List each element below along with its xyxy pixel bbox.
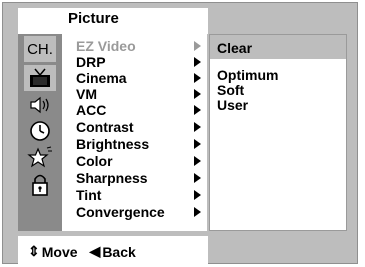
side-icon-strip: CH.	[18, 34, 62, 231]
footer-text: ⇕ Move ◀ Back	[28, 243, 136, 260]
chevron-right-icon	[194, 139, 201, 149]
menu-item-brightness[interactable]: Brightness	[76, 137, 149, 151]
chevron-right-icon	[194, 156, 201, 166]
chevron-right-icon	[194, 105, 201, 115]
lock-icon[interactable]	[24, 172, 56, 198]
menu-item-acc[interactable]: ACC	[76, 103, 106, 117]
lock-icon-svg	[32, 174, 48, 196]
submenu-item-optimum[interactable]: Optimum	[217, 68, 278, 82]
menu-item-tint[interactable]: Tint	[76, 188, 101, 202]
submenu-item-clear[interactable]: Clear	[217, 41, 252, 55]
tv-osd-screen: Picture CH. EZ Video DRP Cinema VM ACC C…	[0, 0, 365, 267]
move-label: Move	[41, 243, 78, 260]
menu-item-color[interactable]: Color	[76, 154, 113, 168]
chevron-right-icon	[194, 190, 201, 200]
star-icon[interactable]	[24, 145, 56, 171]
move-hint: ⇕ Move	[28, 243, 78, 260]
chevron-right-icon	[194, 57, 201, 67]
clock-icon[interactable]	[24, 118, 56, 144]
ez-video-submenu: Clear Optimum Soft User	[209, 34, 347, 231]
speaker-icon-svg	[30, 96, 49, 114]
menu-item-convergence[interactable]: Convergence	[76, 205, 165, 219]
submenu-item-soft[interactable]: Soft	[217, 83, 244, 97]
up-down-arrow-icon: ⇕	[28, 243, 40, 259]
tv-icon[interactable]	[24, 65, 56, 91]
back-arrow-icon: ◀	[89, 243, 101, 259]
chevron-right-icon	[194, 89, 201, 99]
footer-help: ⇕ Move ◀ Back	[18, 236, 208, 264]
tv-icon-svg	[30, 68, 50, 87]
menu-item-ez-video[interactable]: EZ Video	[76, 39, 136, 53]
speaker-icon[interactable]	[24, 92, 56, 118]
menu-item-contrast[interactable]: Contrast	[76, 120, 134, 134]
title-bar: Picture	[18, 8, 208, 34]
menu-item-drp[interactable]: DRP	[76, 55, 106, 69]
star-icon-svg	[27, 146, 52, 168]
chevron-right-icon	[194, 173, 201, 183]
menu-title: Picture	[68, 10, 119, 27]
menu-item-cinema[interactable]: Cinema	[76, 71, 127, 85]
ch-icon[interactable]: CH.	[24, 36, 56, 62]
submenu-item-user[interactable]: User	[217, 98, 248, 112]
back-hint: ◀ Back	[90, 243, 136, 260]
menu-item-vm[interactable]: VM	[76, 87, 97, 101]
clock-icon-svg	[30, 121, 50, 141]
picture-menu: EZ Video DRP Cinema VM ACC Contrast Brig…	[62, 34, 207, 231]
chevron-right-icon	[194, 41, 201, 51]
ch-label: CH.	[27, 40, 53, 58]
menu-item-sharpness[interactable]: Sharpness	[76, 171, 148, 185]
chevron-right-icon	[194, 207, 201, 217]
chevron-right-icon	[194, 73, 201, 83]
chevron-right-icon	[194, 122, 201, 132]
back-label: Back	[102, 243, 136, 260]
